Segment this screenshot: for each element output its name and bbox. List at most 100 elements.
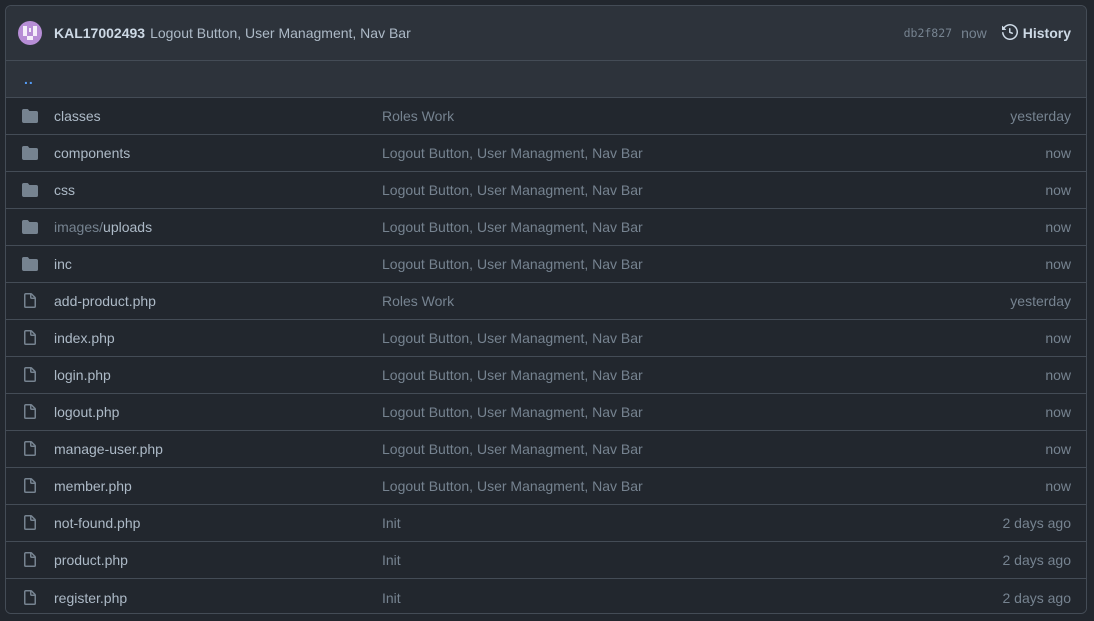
- file-row[interactable]: member.php Logout Button, User Managment,…: [6, 468, 1086, 505]
- file-commit-link[interactable]: Logout Button, User Managment, Nav Bar: [382, 367, 643, 383]
- file-name-link[interactable]: index.php: [54, 330, 115, 346]
- history-icon: [1001, 23, 1023, 43]
- file-name: register.php: [54, 590, 382, 606]
- file-name: not-found.php: [54, 515, 382, 531]
- file-commit-age: 2 days ago: [1002, 589, 1072, 606]
- file-icon: [22, 515, 38, 531]
- file-icon: [22, 589, 38, 606]
- file-icon: [22, 330, 38, 346]
- file-name-link[interactable]: components: [54, 145, 130, 161]
- file-icon: [22, 478, 38, 494]
- file-name-link[interactable]: register.php: [54, 590, 127, 606]
- file-commit-link[interactable]: Logout Button, User Managment, Nav Bar: [382, 182, 643, 198]
- file-commit-link[interactable]: Logout Button, User Managment, Nav Bar: [382, 330, 643, 346]
- file-name: inc: [54, 256, 382, 272]
- file-commit-age: now: [1045, 367, 1071, 383]
- file-name: logout.php: [54, 404, 382, 420]
- file-name: classes: [54, 108, 382, 124]
- file-commit-link[interactable]: Init: [382, 552, 401, 568]
- file-row[interactable]: login.php Logout Button, User Managment, …: [6, 357, 1086, 394]
- file-name-link[interactable]: css: [54, 182, 75, 198]
- parent-directory-link[interactable]: ..: [24, 72, 34, 86]
- folder-icon: [22, 219, 38, 235]
- file-commit-link[interactable]: Logout Button, User Managment, Nav Bar: [382, 219, 643, 235]
- commit-author[interactable]: KAL17002493: [54, 25, 145, 41]
- file-commit-message: Init: [382, 552, 782, 568]
- folder-icon: [22, 182, 38, 198]
- file-commit-message: Logout Button, User Managment, Nav Bar: [382, 256, 782, 272]
- file-row[interactable]: add-product.php Roles Work yesterday: [6, 283, 1086, 320]
- file-icon: [22, 441, 38, 457]
- file-name: css: [54, 182, 382, 198]
- file-name-link[interactable]: login.php: [54, 367, 111, 383]
- file-commit-message: Logout Button, User Managment, Nav Bar: [382, 219, 782, 235]
- file-commit-age: now: [1045, 404, 1071, 420]
- file-icon: [22, 552, 38, 568]
- file-commit-age: yesterday: [1010, 293, 1071, 309]
- file-name-link[interactable]: uploads: [103, 219, 152, 235]
- file-commit-message: Logout Button, User Managment, Nav Bar: [382, 182, 782, 198]
- file-commit-message: Init: [382, 590, 782, 606]
- file-name-link[interactable]: logout.php: [54, 404, 119, 420]
- file-commit-age: now: [1045, 330, 1071, 346]
- file-commit-message: Logout Button, User Managment, Nav Bar: [382, 367, 782, 383]
- file-commit-link[interactable]: Logout Button, User Managment, Nav Bar: [382, 145, 643, 161]
- file-name-link[interactable]: add-product.php: [54, 293, 156, 309]
- file-commit-message: Logout Button, User Managment, Nav Bar: [382, 404, 782, 420]
- file-commit-link[interactable]: Roles Work: [382, 108, 454, 124]
- file-icon: [22, 404, 38, 420]
- file-commit-link[interactable]: Roles Work: [382, 293, 454, 309]
- file-commit-age: now: [1045, 219, 1071, 235]
- file-commit-message: Roles Work: [382, 293, 782, 309]
- file-list: classes Roles Work yesterday components Logo…: [6, 98, 1086, 613]
- commit-message[interactable]: Logout Button, User Managment, Nav Bar: [150, 25, 411, 41]
- file-row[interactable]: inc Logout Button, User Managment, Nav Ba…: [6, 246, 1086, 283]
- file-commit-message: Init: [382, 515, 782, 531]
- file-commit-link[interactable]: Init: [382, 515, 401, 531]
- commit-sha[interactable]: db2f827: [904, 26, 952, 40]
- file-name: index.php: [54, 330, 382, 346]
- file-commit-age: now: [1045, 182, 1071, 198]
- file-commit-link[interactable]: Logout Button, User Managment, Nav Bar: [382, 441, 643, 457]
- file-row[interactable]: classes Roles Work yesterday: [6, 98, 1086, 135]
- parent-directory-row[interactable]: ..: [6, 61, 1086, 98]
- file-icon: [22, 293, 38, 309]
- file-name: components: [54, 145, 382, 161]
- avatar[interactable]: [18, 21, 42, 45]
- file-row[interactable]: product.php Init 2 days ago: [6, 542, 1086, 579]
- file-row[interactable]: manage-user.php Logout Button, User Manag…: [6, 431, 1086, 468]
- file-name-link[interactable]: classes: [54, 108, 101, 124]
- file-commit-link[interactable]: Logout Button, User Managment, Nav Bar: [382, 404, 643, 420]
- file-row[interactable]: index.php Logout Button, User Managment, …: [6, 320, 1086, 357]
- history-label: History: [1022, 25, 1071, 41]
- file-name-link[interactable]: inc: [54, 256, 72, 272]
- file-name: login.php: [54, 367, 382, 383]
- file-commit-message: Logout Button, User Managment, Nav Bar: [382, 330, 782, 346]
- file-name-link[interactable]: not-found.php: [54, 515, 140, 531]
- file-row[interactable]: logout.php Logout Button, User Managment,…: [6, 394, 1086, 431]
- commit-time: now: [961, 25, 987, 41]
- file-row[interactable]: css Logout Button, User Managment, Nav Ba…: [6, 172, 1086, 209]
- file-commit-age: 2 days ago: [1002, 552, 1072, 568]
- file-row[interactable]: images/uploads Logout Button, User Managm…: [6, 209, 1086, 246]
- file-commit-link[interactable]: Init: [382, 590, 401, 606]
- history-button[interactable]: History: [1001, 23, 1071, 43]
- file-row[interactable]: register.php Init 2 days ago: [6, 579, 1086, 613]
- file-row[interactable]: components Logout Button, User Managment,…: [6, 135, 1086, 172]
- file-commit-age: 2 days ago: [1002, 515, 1072, 531]
- file-commit-message: Roles Work: [382, 108, 782, 124]
- file-name-link[interactable]: product.php: [54, 552, 128, 568]
- directory-prefix[interactable]: images/: [54, 219, 103, 235]
- file-commit-link[interactable]: Logout Button, User Managment, Nav Bar: [382, 478, 643, 494]
- file-commit-message: Logout Button, User Managment, Nav Bar: [382, 145, 782, 161]
- file-commit-age: now: [1045, 256, 1071, 272]
- file-name-link[interactable]: member.php: [54, 478, 132, 494]
- file-row[interactable]: not-found.php Init 2 days ago: [6, 505, 1086, 542]
- file-commit-age: yesterday: [1010, 108, 1071, 124]
- file-commit-message: Logout Button, User Managment, Nav Bar: [382, 478, 782, 494]
- file-icon: [22, 367, 38, 383]
- file-name-link[interactable]: manage-user.php: [54, 441, 163, 457]
- file-commit-link[interactable]: Logout Button, User Managment, Nav Bar: [382, 256, 643, 272]
- file-browser: KAL17002493 Logout Button, User Managmen…: [5, 5, 1087, 614]
- file-name: member.php: [54, 478, 382, 494]
